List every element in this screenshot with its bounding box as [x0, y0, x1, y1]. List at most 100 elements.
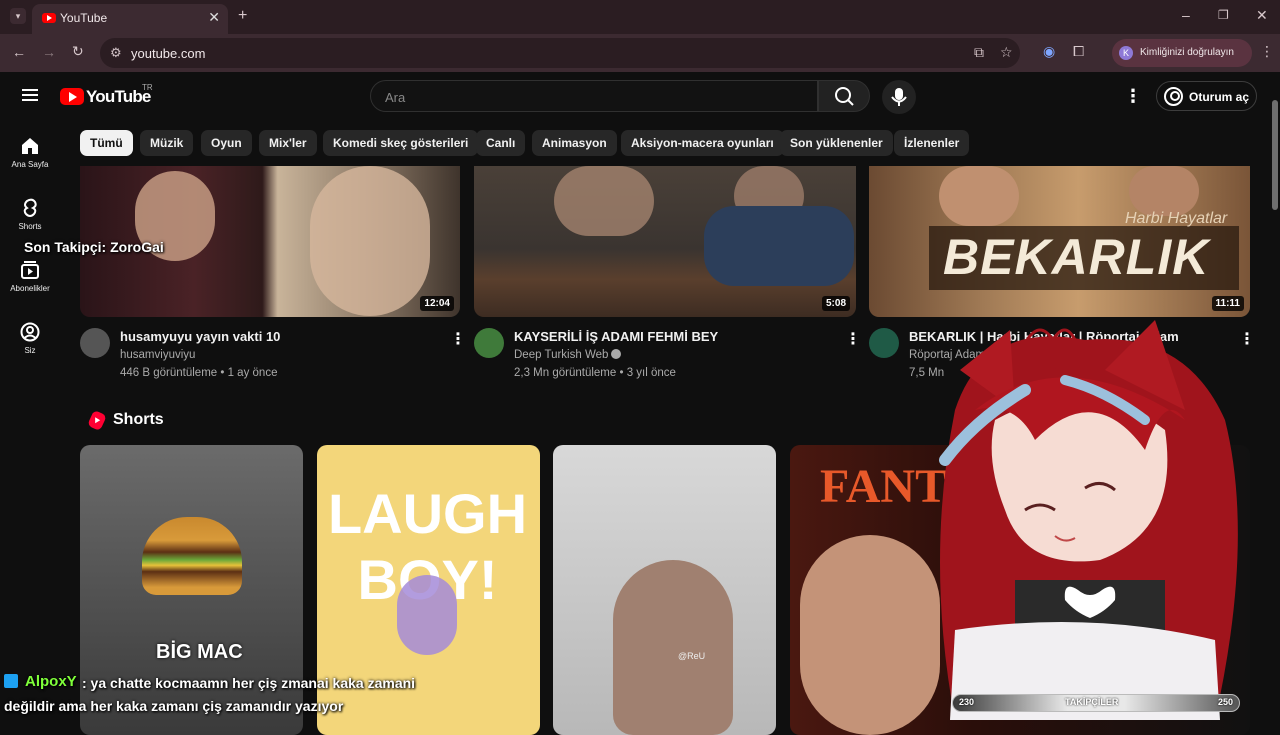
- tab-title: YouTube: [60, 11, 108, 25]
- followers-goal: 250: [1217, 697, 1233, 707]
- chip-all[interactable]: Tümü: [80, 130, 133, 156]
- browser-toolbar: ← → ↻ ⚙ youtube.com ⧉ ☆ ◉ ⧠ K Kimliğiniz…: [0, 34, 1280, 72]
- video-title[interactable]: KAYSERİLİ İŞ ADAMI FEHMİ BEY: [514, 329, 718, 344]
- region-code: TR: [142, 83, 153, 92]
- shorts-section-title: Shorts: [113, 411, 164, 428]
- chat-message-line: değildir ama her kaka zamanı çiş zamanıd…: [4, 698, 344, 714]
- search-input[interactable]: [385, 87, 805, 107]
- youtube-logo-icon[interactable]: [60, 88, 84, 105]
- hamburger-menu-icon[interactable]: [22, 89, 38, 101]
- cartoon-character: [397, 575, 457, 655]
- forward-icon[interactable]: →: [42, 44, 56, 60]
- video-duration: 12:04: [420, 296, 454, 311]
- browser-tab[interactable]: YouTube ✕: [32, 4, 228, 34]
- verify-label: Kimliğinizi doğrulayın: [1140, 47, 1234, 58]
- channel-avatar[interactable]: [80, 328, 110, 358]
- address-bar[interactable]: ⚙ youtube.com ⧉ ☆: [100, 38, 1020, 68]
- youtube-header: YouTube TR ⋮ Oturum aç: [0, 72, 1280, 124]
- home-icon: [20, 136, 40, 156]
- extensions-icon[interactable]: ⧠: [1073, 43, 1084, 60]
- shorts-icon: [20, 198, 40, 218]
- url-text[interactable]: youtube.com: [131, 46, 205, 61]
- channel-name[interactable]: Deep Turkish Web: [514, 349, 622, 361]
- settings-menu-icon[interactable]: ⋮: [1124, 86, 1142, 107]
- short-thumbnail[interactable]: @ReU: [553, 445, 776, 735]
- sign-in-label: Oturum aç: [1189, 90, 1250, 104]
- chip-watched[interactable]: İzlenenler: [894, 130, 970, 156]
- sign-in-button[interactable]: Oturum aç: [1156, 81, 1257, 111]
- thumbnail-face: [310, 166, 430, 316]
- sidebar-item-label: Ana Sayfa: [11, 160, 49, 169]
- thumbnail-face: [613, 560, 733, 735]
- followers-current: 230: [959, 697, 975, 707]
- video-thumbnail[interactable]: 5:08: [474, 166, 856, 317]
- video-meta: 446 B görüntüleme • 1 ay önce: [120, 367, 278, 379]
- chip-animation[interactable]: Animasyon: [532, 130, 617, 156]
- chat-username: AlpoxY: [25, 673, 77, 690]
- video-meta: 2,3 Mn görüntüleme • 3 yıl önce: [514, 367, 676, 379]
- shorts-logo-icon: [87, 409, 107, 432]
- channel-avatar[interactable]: [869, 328, 899, 358]
- video-thumbnail[interactable]: Harbi Hayatlar BEKARLIK 11:11: [869, 166, 1250, 317]
- window-close-icon[interactable]: ✕: [1256, 7, 1268, 24]
- back-icon[interactable]: ←: [12, 44, 26, 60]
- thumbnail-face: [939, 166, 1019, 226]
- subscriptions-icon: [20, 260, 40, 280]
- vtuber-avatar: [939, 320, 1238, 720]
- chat-message-line: : ya chatte kocmaamn her çiş zmanai kaka…: [82, 675, 416, 691]
- video-duration: 5:08: [821, 296, 850, 311]
- chip-live[interactable]: Canlı: [476, 130, 526, 156]
- verify-identity-button[interactable]: K Kimliğinizi doğrulayın: [1112, 39, 1252, 67]
- sidebar-item-shorts[interactable]: Shorts: [0, 198, 60, 231]
- chip-music[interactable]: Müzik: [140, 130, 194, 156]
- media-cast-icon[interactable]: ◉: [1043, 43, 1055, 60]
- minimize-icon[interactable]: –: [1182, 7, 1190, 23]
- search-icon: [835, 87, 854, 106]
- chip-recently-uploaded[interactable]: Son yüklenenler: [780, 130, 893, 156]
- install-app-icon[interactable]: ⧉: [974, 44, 984, 61]
- youtube-logo-text[interactable]: YouTube: [86, 87, 151, 107]
- thumbnail-face: [554, 166, 654, 236]
- channel-name[interactable]: husamviyuviyu: [120, 349, 195, 361]
- site-info-icon[interactable]: ⚙: [110, 45, 122, 61]
- verified-icon: [611, 349, 622, 359]
- sidebar-item-you[interactable]: Siz: [0, 322, 60, 355]
- account-icon: [1164, 87, 1183, 106]
- microphone-icon: [891, 88, 907, 106]
- chip-comedy-sketches[interactable]: Komedi skeç gösterileri: [323, 130, 479, 156]
- video-more-icon[interactable]: ⋮: [845, 329, 861, 349]
- chip-action-adventure-games[interactable]: Aksiyon-macera oyunları: [621, 130, 784, 156]
- tab-close-icon[interactable]: ✕: [208, 9, 220, 26]
- sidebar-item-home[interactable]: Ana Sayfa: [0, 136, 60, 169]
- tab-search-icon[interactable]: ▾: [10, 8, 26, 24]
- sidebar-item-label: Abonelikler: [10, 284, 50, 293]
- short-overlay-text: BİG MAC: [156, 641, 243, 663]
- channel-name-text: Deep Turkish Web: [514, 349, 609, 361]
- you-icon: [20, 322, 40, 342]
- short-thumbnail[interactable]: BİG MAC: [80, 445, 303, 735]
- thumbnail-figure: [704, 206, 854, 286]
- maximize-icon[interactable]: ❐: [1218, 8, 1229, 22]
- channel-avatar[interactable]: [474, 328, 504, 358]
- search-box[interactable]: [370, 80, 818, 112]
- reload-icon[interactable]: ↻: [72, 43, 84, 60]
- chip-gaming[interactable]: Oyun: [201, 130, 252, 156]
- followers-label: TAKİPÇİLER: [1065, 697, 1119, 707]
- short-overlay-text: @ReU: [678, 651, 706, 661]
- page-scrollbar[interactable]: [1272, 100, 1278, 210]
- chip-mixes[interactable]: Mix'ler: [259, 130, 317, 156]
- chat-platform-icon: [4, 674, 18, 688]
- bookmark-star-icon[interactable]: ☆: [1000, 44, 1013, 61]
- thumbnail-face: [1129, 166, 1199, 216]
- search-button[interactable]: [818, 80, 870, 112]
- browser-tab-bar: ▾ YouTube ✕ + – ❐ ✕: [0, 0, 1280, 34]
- followers-goal-bar: 230 TAKİPÇİLER 250: [952, 694, 1240, 712]
- browser-menu-icon[interactable]: ⋮: [1260, 43, 1274, 60]
- profile-avatar: K: [1119, 46, 1133, 60]
- voice-search-button[interactable]: [882, 80, 916, 114]
- video-more-icon[interactable]: ⋮: [450, 329, 466, 349]
- sidebar-item-subscriptions[interactable]: Abonelikler: [0, 260, 60, 293]
- new-tab-icon[interactable]: +: [238, 7, 247, 25]
- short-thumbnail[interactable]: LAUGH BOY!: [317, 445, 540, 735]
- video-title[interactable]: husamyuyu yayın vakti 10: [120, 329, 280, 344]
